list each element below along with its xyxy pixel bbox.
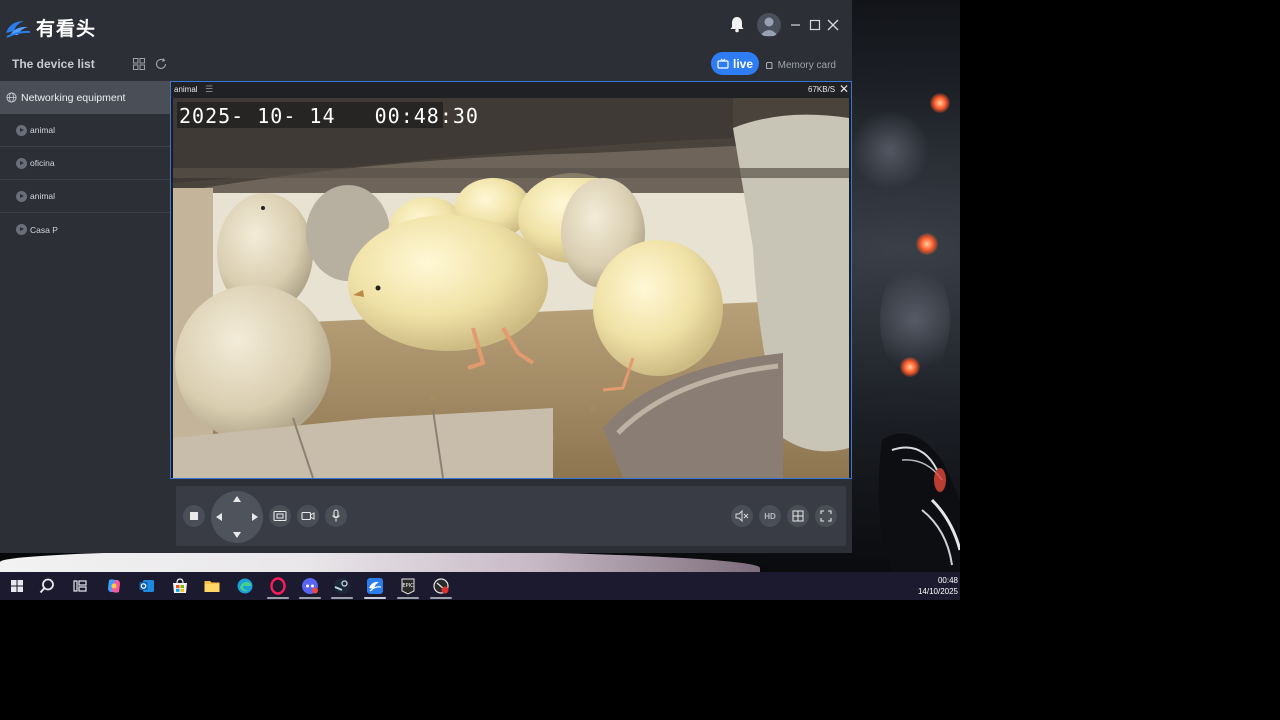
play-icon bbox=[16, 224, 27, 235]
sidebar-group-networking-equipment[interactable]: Networking equipment bbox=[0, 81, 170, 114]
taskbar-indicator bbox=[331, 597, 353, 599]
camera-app-icon[interactable] bbox=[366, 577, 384, 595]
taskbar-indicator bbox=[299, 597, 321, 599]
sub-toolbar: The device list live Memory card bbox=[0, 50, 852, 80]
close-icon[interactable] bbox=[824, 16, 842, 34]
mute-button[interactable] bbox=[731, 505, 753, 527]
layout-grid-button[interactable] bbox=[787, 505, 809, 527]
screenshot-icon bbox=[273, 510, 287, 522]
ptz-arrows-icon bbox=[216, 496, 258, 538]
hd-label: HD bbox=[764, 511, 776, 521]
app-window: 有看头 The device list live Memory card Net… bbox=[0, 0, 852, 553]
windows-start-icon[interactable] bbox=[8, 577, 26, 595]
video-camera-icon bbox=[301, 511, 315, 521]
tv-icon bbox=[717, 58, 729, 69]
outlook-icon[interactable] bbox=[138, 577, 156, 595]
sidebar-group-label: Networking equipment bbox=[21, 91, 126, 104]
clock-time: 00:48 bbox=[937, 576, 958, 585]
sidebar-item-casa-p[interactable]: Casa P bbox=[0, 213, 170, 246]
sidebar-item-animal[interactable]: animal bbox=[0, 114, 170, 147]
globe-icon bbox=[6, 92, 17, 103]
sidebar-item-label: Casa P bbox=[30, 224, 58, 235]
camera-feed-image bbox=[173, 98, 849, 478]
taskbar-indicator-active bbox=[364, 597, 386, 599]
fullscreen-icon bbox=[820, 510, 832, 522]
speaker-muted-icon bbox=[735, 510, 749, 522]
sd-card-icon bbox=[766, 61, 773, 69]
menu-icon[interactable]: ☰ bbox=[205, 84, 213, 95]
talk-button[interactable] bbox=[325, 505, 347, 527]
sidebar-item-label: oficina bbox=[30, 158, 55, 168]
minimize-icon[interactable] bbox=[787, 16, 805, 34]
stop-icon bbox=[190, 512, 198, 520]
logo-icon bbox=[6, 20, 31, 38]
tab-live[interactable]: live bbox=[711, 52, 759, 75]
hd-toggle-button[interactable]: HD bbox=[759, 505, 781, 527]
search-icon[interactable] bbox=[38, 577, 56, 595]
ptz-dpad[interactable] bbox=[211, 491, 263, 543]
video-bitrate: 67KB/S bbox=[808, 85, 836, 94]
tab-memory-card-label: Memory card bbox=[777, 59, 836, 71]
osd-timestamp: 2025- 10- 14 00:48:30 bbox=[179, 104, 479, 128]
play-icon bbox=[16, 124, 27, 136]
windows-taskbar: EPIC 00:48 14/10/2025 bbox=[0, 572, 960, 600]
task-view-icon[interactable] bbox=[71, 577, 89, 595]
snapshot-button[interactable] bbox=[269, 505, 291, 527]
device-sidebar: Networking equipment animal oficina anim… bbox=[0, 80, 170, 553]
wallpaper-figure bbox=[878, 433, 960, 572]
maximize-icon[interactable] bbox=[806, 16, 824, 34]
title-bar: 有看头 bbox=[0, 0, 852, 50]
file-explorer-icon[interactable] bbox=[203, 577, 221, 595]
video-close-icon[interactable]: ✕ bbox=[839, 83, 849, 95]
video-channel-name: animal bbox=[174, 85, 198, 94]
taskbar-indicator bbox=[267, 597, 289, 599]
record-button[interactable] bbox=[297, 505, 319, 527]
sidebar-item-oficina[interactable]: oficina bbox=[0, 147, 170, 180]
microphone-icon bbox=[332, 509, 340, 522]
clock-date: 14/10/2025 bbox=[917, 587, 958, 596]
play-icon bbox=[16, 190, 27, 202]
grid-view-icon[interactable] bbox=[132, 57, 146, 71]
wallpaper-spark bbox=[900, 357, 920, 377]
live-video-pane[interactable]: animal ☰ 67KB/S ✕ 2025- 10- 14 00:48:30 bbox=[170, 81, 852, 479]
user-icon bbox=[760, 17, 778, 36]
wallpaper-spark bbox=[930, 93, 950, 113]
bell-icon[interactable] bbox=[728, 15, 746, 33]
grid-icon bbox=[792, 510, 804, 522]
screen: 有看头 The device list live Memory card Net… bbox=[0, 0, 1280, 720]
camera-feed[interactable]: 2025- 10- 14 00:48:30 bbox=[173, 98, 849, 478]
svg-text:EPIC: EPIC bbox=[402, 583, 414, 589]
tab-live-label: live bbox=[732, 56, 753, 71]
sidebar-item-label: animal bbox=[30, 191, 56, 201]
epic-games-icon[interactable]: EPIC bbox=[399, 577, 417, 595]
recording-app-icon[interactable] bbox=[432, 577, 450, 595]
discord-icon[interactable] bbox=[301, 577, 319, 595]
user-avatar[interactable] bbox=[757, 13, 781, 37]
opera-gx-icon[interactable] bbox=[269, 577, 287, 595]
copilot-icon[interactable] bbox=[105, 577, 123, 595]
device-list-title: The device list bbox=[12, 57, 95, 71]
fullscreen-button[interactable] bbox=[815, 505, 837, 527]
wallpaper-spark bbox=[916, 233, 938, 255]
stop-button[interactable] bbox=[183, 505, 205, 527]
taskbar-indicator bbox=[397, 597, 419, 599]
microsoft-store-icon[interactable] bbox=[171, 577, 189, 595]
playback-controls: HD bbox=[176, 486, 846, 546]
refresh-icon[interactable] bbox=[154, 57, 168, 71]
taskbar-indicator bbox=[430, 597, 452, 599]
video-header: animal ☰ 67KB/S ✕ bbox=[171, 82, 851, 98]
app-logo: 有看头 bbox=[4, 14, 96, 41]
desktop-background: 有看头 The device list live Memory card Net… bbox=[0, 0, 960, 600]
tab-memory-card[interactable]: Memory card bbox=[766, 57, 836, 73]
taskbar-clock[interactable]: 00:48 14/10/2025 bbox=[910, 575, 958, 597]
steam-icon[interactable] bbox=[333, 577, 351, 595]
play-icon bbox=[16, 157, 27, 169]
wallpaper-smoke bbox=[850, 110, 930, 190]
app-name: 有看头 bbox=[36, 19, 97, 40]
sidebar-item-label: animal bbox=[30, 125, 56, 135]
sidebar-item-animal-2[interactable]: animal bbox=[0, 180, 170, 213]
edge-browser-icon[interactable] bbox=[236, 577, 254, 595]
